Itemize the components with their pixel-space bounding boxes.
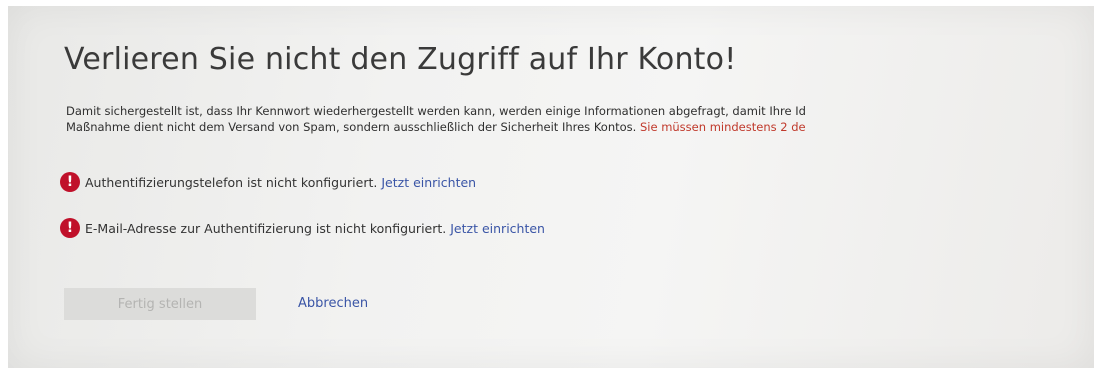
status-text-phone: Authentifizierungstelefon ist nicht konf… — [85, 174, 378, 190]
finish-button[interactable]: Fertig stellen — [64, 288, 256, 320]
status-row-phone: ! Authentifizierungstelefon ist nicht ko… — [60, 172, 476, 192]
setup-email-link[interactable]: Jetzt einrichten — [450, 221, 545, 236]
page-title: Verlieren Sie nicht den Zugriff auf Ihr … — [64, 42, 737, 77]
security-info-dialog: Verlieren Sie nicht den Zugriff auf Ihr … — [8, 6, 1094, 368]
description-text: Damit sichergestellt ist, dass Ihr Kennw… — [66, 103, 1094, 135]
status-text-email: E-Mail-Adresse zur Authentifizierung ist… — [85, 220, 447, 236]
error-icon: ! — [60, 172, 80, 192]
photo-frame: Verlieren Sie nicht den Zugriff auf Ihr … — [0, 0, 1106, 376]
status-row-email: ! E-Mail-Adresse zur Authentifizierung i… — [60, 218, 545, 238]
description-line-2-text: Maßnahme dient nicht dem Versand von Spa… — [66, 120, 637, 134]
cancel-button[interactable]: Abbrechen — [298, 296, 368, 311]
description-line-1: Damit sichergestellt ist, dass Ihr Kennw… — [66, 104, 806, 118]
setup-phone-link[interactable]: Jetzt einrichten — [381, 175, 476, 190]
error-icon: ! — [60, 218, 80, 238]
description-line-2: Maßnahme dient nicht dem Versand von Spa… — [66, 119, 1094, 135]
description-warning-text: Sie müssen mindestens 2 de — [639, 120, 806, 134]
